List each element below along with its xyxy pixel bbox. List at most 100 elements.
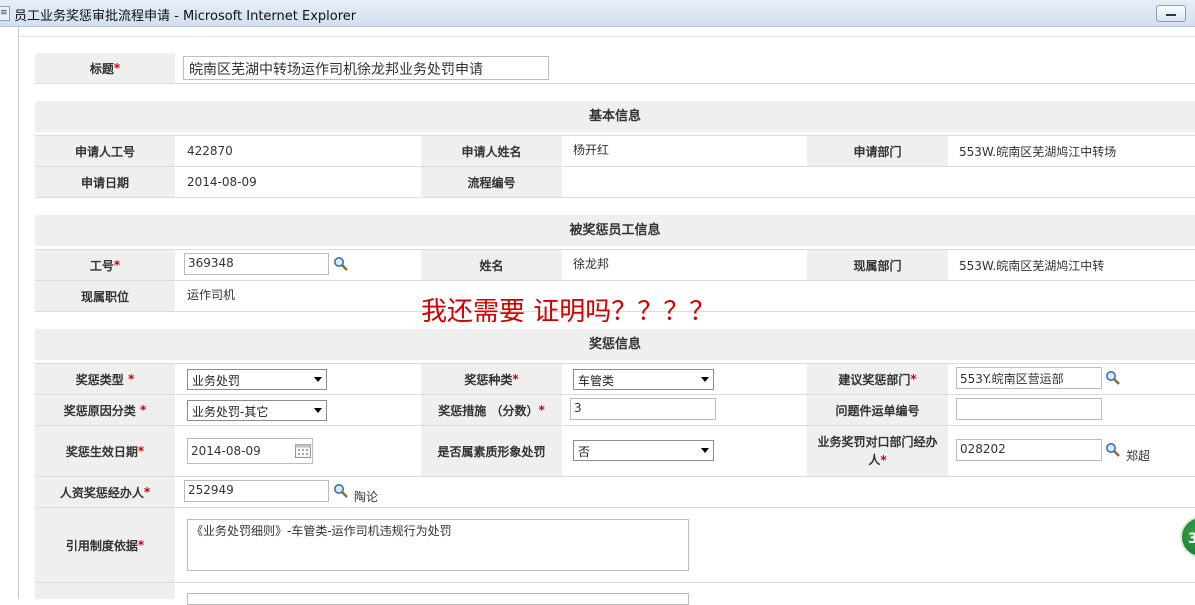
title-value: 皖南区芜湖中转场运作司机徐龙邦业务处罚申请 xyxy=(189,62,483,78)
waybill-input[interactable] xyxy=(956,398,1102,420)
chevron-down-icon xyxy=(314,408,322,413)
reward-type-select[interactable]: 业务处罚 xyxy=(187,369,327,390)
section-header-employee: 被奖惩员工信息 xyxy=(35,215,1195,246)
row-divider xyxy=(35,582,1195,583)
minimize-icon xyxy=(1166,14,1176,16)
measure-label: 奖惩措施 （分数） * xyxy=(421,395,562,425)
hr-label: 人资奖惩经办人 * xyxy=(35,477,175,507)
applicant-dept-label: 申请部门 xyxy=(807,136,948,166)
reward-type-label-text: 奖惩类型 xyxy=(75,372,124,387)
suggest-dept-input[interactable]: 553Y.皖南区营运部 xyxy=(956,367,1102,389)
emp-id-input[interactable]: 369348 xyxy=(184,253,329,275)
measure-label-text: 奖惩措施 （分数） xyxy=(438,403,539,418)
basis-value: 《业务处罚细则》-车管类-运作司机违规行为处罚 xyxy=(191,524,452,538)
applicant-dept-value: 553W.皖南区芜湖鸠江中转场 xyxy=(959,144,1117,159)
required-mark: * xyxy=(143,485,151,499)
hr-name: 陶论 xyxy=(354,490,379,504)
reason-select[interactable]: 业务处罚-其它 xyxy=(187,400,327,421)
counterpart-label: 业务奖罚对口部门经办人* xyxy=(807,426,948,476)
row-divider xyxy=(35,83,1195,84)
divider xyxy=(18,36,1195,37)
search-icon[interactable] xyxy=(333,256,349,272)
emp-position-value: 运作司机 xyxy=(187,287,236,302)
reason-label-text: 奖惩原因分类 xyxy=(63,403,136,418)
applicant-id-value: 422870 xyxy=(187,144,233,158)
search-icon[interactable] xyxy=(333,483,349,499)
emp-position-label: 现属职位 xyxy=(35,281,175,311)
calendar-icon[interactable] xyxy=(295,444,311,458)
emp-dept-value: 553W.皖南区芜湖鸠江中转 xyxy=(959,258,1105,273)
search-icon[interactable] xyxy=(1105,442,1121,458)
required-mark: * xyxy=(113,61,121,75)
reward-type-label: 奖惩类型 * xyxy=(35,364,175,394)
emp-id-label: 工号 * xyxy=(35,250,175,280)
applicant-id-label: 申请人工号 xyxy=(35,136,175,166)
required-mark: * xyxy=(512,372,519,386)
counterpart-name: 郑超 xyxy=(1126,449,1151,463)
required-mark: * xyxy=(538,403,545,417)
required-mark: * xyxy=(880,453,887,467)
floating-badge[interactable]: 3 xyxy=(1180,516,1195,558)
title-label: 标题 * xyxy=(35,53,175,83)
chevron-down-icon xyxy=(701,448,709,453)
emp-name-label: 姓名 xyxy=(421,250,562,280)
section-header-basic: 基本信息 xyxy=(35,101,1195,132)
counterpart-label-text: 业务奖罚对口部门经办人 xyxy=(817,435,938,467)
next-row-input[interactable] xyxy=(187,593,689,605)
window-title-bar: ≡ 员工业务奖惩审批流程申请 - Microsoft Internet Expl… xyxy=(0,0,1195,27)
reward-category-label-text: 奖惩种类 xyxy=(464,372,513,387)
chevron-down-icon xyxy=(701,377,709,382)
required-mark: * xyxy=(137,538,145,552)
section-header-reward: 奖惩信息 xyxy=(35,329,1195,360)
page-icon: ≡ xyxy=(0,6,10,21)
required-mark: * xyxy=(910,372,917,386)
row-divider xyxy=(35,394,1195,395)
chevron-down-icon xyxy=(314,377,322,382)
handwritten-annotation: 我还需要 证明吗？？？？ xyxy=(421,297,716,327)
counterpart-input[interactable]: 028202 xyxy=(956,439,1102,461)
search-icon[interactable] xyxy=(1105,370,1121,386)
hr-input[interactable]: 252949 xyxy=(184,480,329,502)
emp-name-value: 徐龙邦 xyxy=(573,256,610,271)
required-mark: * xyxy=(113,258,121,272)
hr-label-text: 人资奖惩经办人 xyxy=(59,485,144,500)
reward-type-value: 业务处罚 xyxy=(192,374,241,388)
title-input[interactable]: 皖南区芜湖中转场运作司机徐龙邦业务处罚申请 xyxy=(183,56,549,80)
applicant-name-value: 杨开红 xyxy=(573,142,610,157)
emp-id-label-text: 工号 xyxy=(89,258,114,273)
suggest-dept-label-text: 建议奖惩部门 xyxy=(838,372,911,387)
next-row-label xyxy=(35,583,175,599)
apply-date-label: 申请日期 xyxy=(35,167,175,197)
quality-select[interactable]: 否 xyxy=(573,440,714,461)
reward-category-value: 车管类 xyxy=(578,374,615,388)
basis-label-text: 引用制度依据 xyxy=(65,538,138,553)
row-divider xyxy=(35,197,1195,198)
basis-textarea[interactable]: 《业务处罚细则》-车管类-运作司机违规行为处罚 xyxy=(187,519,689,571)
required-mark: * xyxy=(137,444,145,458)
apply-date-value: 2014-08-09 xyxy=(187,175,257,189)
row-divider xyxy=(35,425,1195,426)
measure-input[interactable]: 3 xyxy=(570,398,716,420)
basis-label: 引用制度依据 * xyxy=(35,508,175,582)
flow-no-label: 流程编号 xyxy=(421,167,562,197)
quality-value: 否 xyxy=(578,445,591,459)
emp-dept-label: 现属部门 xyxy=(807,250,948,280)
reward-category-select[interactable]: 车管类 xyxy=(573,369,714,390)
row-divider xyxy=(35,476,1195,477)
reason-value: 业务处罚-其它 xyxy=(192,405,269,419)
row-divider xyxy=(35,363,1195,364)
reason-label: 奖惩原因分类 * xyxy=(35,395,175,425)
effective-date-label-text: 奖惩生效日期 xyxy=(65,444,138,459)
title-label-text: 标题 xyxy=(89,61,114,76)
required-mark: * xyxy=(127,372,135,386)
waybill-label: 问题件运单编号 xyxy=(807,395,948,425)
applicant-name-label: 申请人姓名 xyxy=(421,136,562,166)
row-divider xyxy=(35,507,1195,508)
effective-date-label: 奖惩生效日期 * xyxy=(35,426,175,476)
quality-label: 是否属素质形象处罚 xyxy=(421,426,562,476)
window-title: 员工业务奖惩审批流程申请 - Microsoft Internet Explor… xyxy=(14,9,357,24)
minimize-button[interactable] xyxy=(1156,5,1186,22)
reward-category-label: 奖惩种类 * xyxy=(421,364,562,394)
suggest-dept-label: 建议奖惩部门 * xyxy=(807,364,948,394)
required-mark: * xyxy=(139,403,147,417)
